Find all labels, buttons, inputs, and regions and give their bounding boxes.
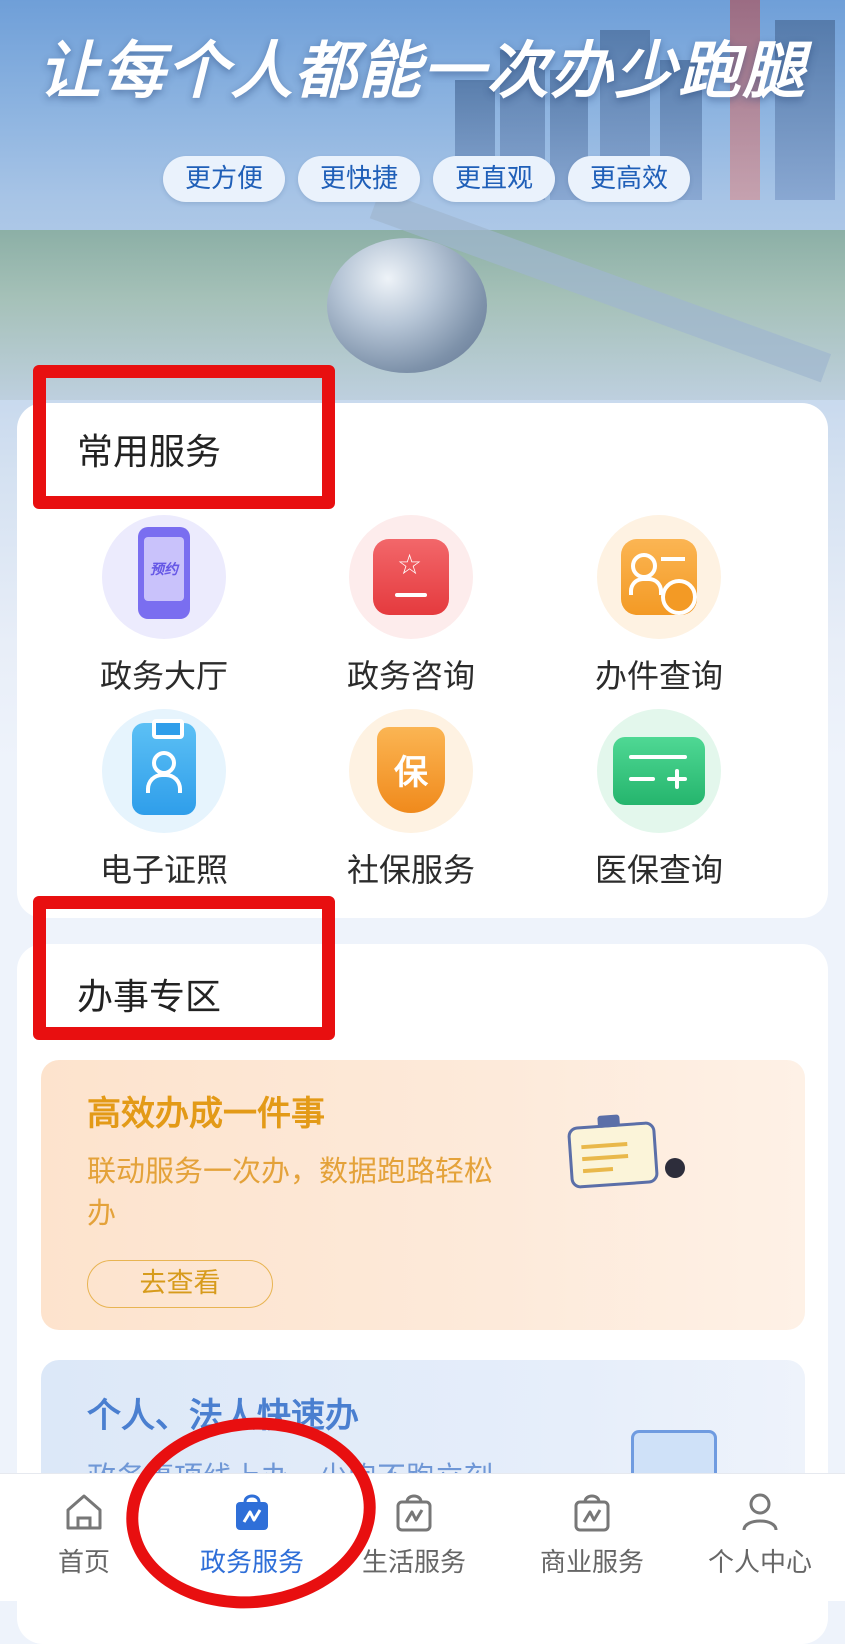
service-gov-hall[interactable]: 预约 政务大厅 (44, 515, 284, 697)
service-social-security[interactable]: 保 社保服务 (291, 709, 531, 891)
service-label: 政务咨询 (346, 657, 475, 695)
common-services-card: 常用服务 预约 政务大厅 ☆ 政务咨询 办件查询 电子证照 保 社保服务 医保查… (17, 403, 828, 918)
tab-label: 生活服务 (361, 1548, 466, 1578)
id-badge-icon (132, 719, 196, 815)
service-label: 社保服务 (346, 851, 475, 889)
tab-personal-center[interactable]: 个人中心 (680, 1490, 840, 1579)
tag-efficient: 更高效 (568, 156, 691, 202)
service-label: 电子证照 (99, 851, 228, 889)
service-gov-consult[interactable]: ☆ 政务咨询 (291, 515, 531, 697)
tag-fast: 更快捷 (298, 156, 421, 202)
tab-label: 商业服务 (539, 1548, 644, 1578)
service-label: 政务大厅 (99, 657, 228, 695)
tab-gov-service[interactable]: 政务服务 (172, 1490, 332, 1579)
view-button[interactable]: 去查看 (87, 1260, 273, 1308)
phone-appointment-icon: 预约 (138, 527, 190, 619)
clipboard-illustration (566, 1114, 660, 1189)
bottom-tab-bar: 首页 政务服务 生活服务 商业服务 个人中心 (0, 1473, 845, 1601)
tab-label: 个人中心 (707, 1548, 812, 1578)
panel-description: 联动服务一次办，数据跑路轻松 办 (87, 1154, 494, 1230)
tab-label: 政务服务 (199, 1548, 304, 1578)
service-medical-query[interactable]: 医保查询 (539, 709, 779, 891)
tab-home[interactable]: 首页 (4, 1490, 164, 1579)
panel-title: 高效办成一件事 (87, 1094, 325, 1134)
hero-tags: 更方便 更快捷 更直观 更高效 (163, 156, 691, 202)
efficient-service-panel[interactable]: 高效办成一件事 联动服务一次办，数据跑路轻松 办 去查看 (41, 1060, 805, 1330)
tag-intuitive: 更直观 (433, 156, 556, 202)
service-label: 办件查询 (594, 657, 723, 695)
service-case-query[interactable]: 办件查询 (539, 515, 779, 697)
shield-bao-icon: 保 (377, 727, 445, 813)
medical-card-icon (613, 737, 705, 805)
tab-life-service[interactable]: 生活服务 (334, 1490, 494, 1579)
gov-service-bag-icon (232, 1490, 272, 1534)
life-service-bag-icon (394, 1490, 434, 1534)
tag-convenient: 更方便 (163, 156, 286, 202)
affairs-zone-title: 办事专区 (77, 977, 222, 1018)
person-illustration (665, 1158, 685, 1178)
tab-label: 首页 (57, 1548, 110, 1578)
person-clock-icon (621, 539, 697, 615)
service-e-license[interactable]: 电子证照 (44, 709, 284, 891)
common-services-title: 常用服务 (77, 432, 222, 473)
home-icon (64, 1490, 104, 1534)
star-document-icon: ☆ (373, 539, 449, 615)
tab-business-service[interactable]: 商业服务 (512, 1490, 672, 1579)
service-label: 医保查询 (594, 851, 723, 889)
user-icon (740, 1490, 780, 1534)
mirror-sculpture (327, 238, 487, 373)
panel-title: 个人、法人快速办 (87, 1396, 359, 1436)
business-service-bag-icon (572, 1490, 612, 1534)
hero-slogan: 让每个人都能一次办少跑腿 (38, 34, 807, 107)
